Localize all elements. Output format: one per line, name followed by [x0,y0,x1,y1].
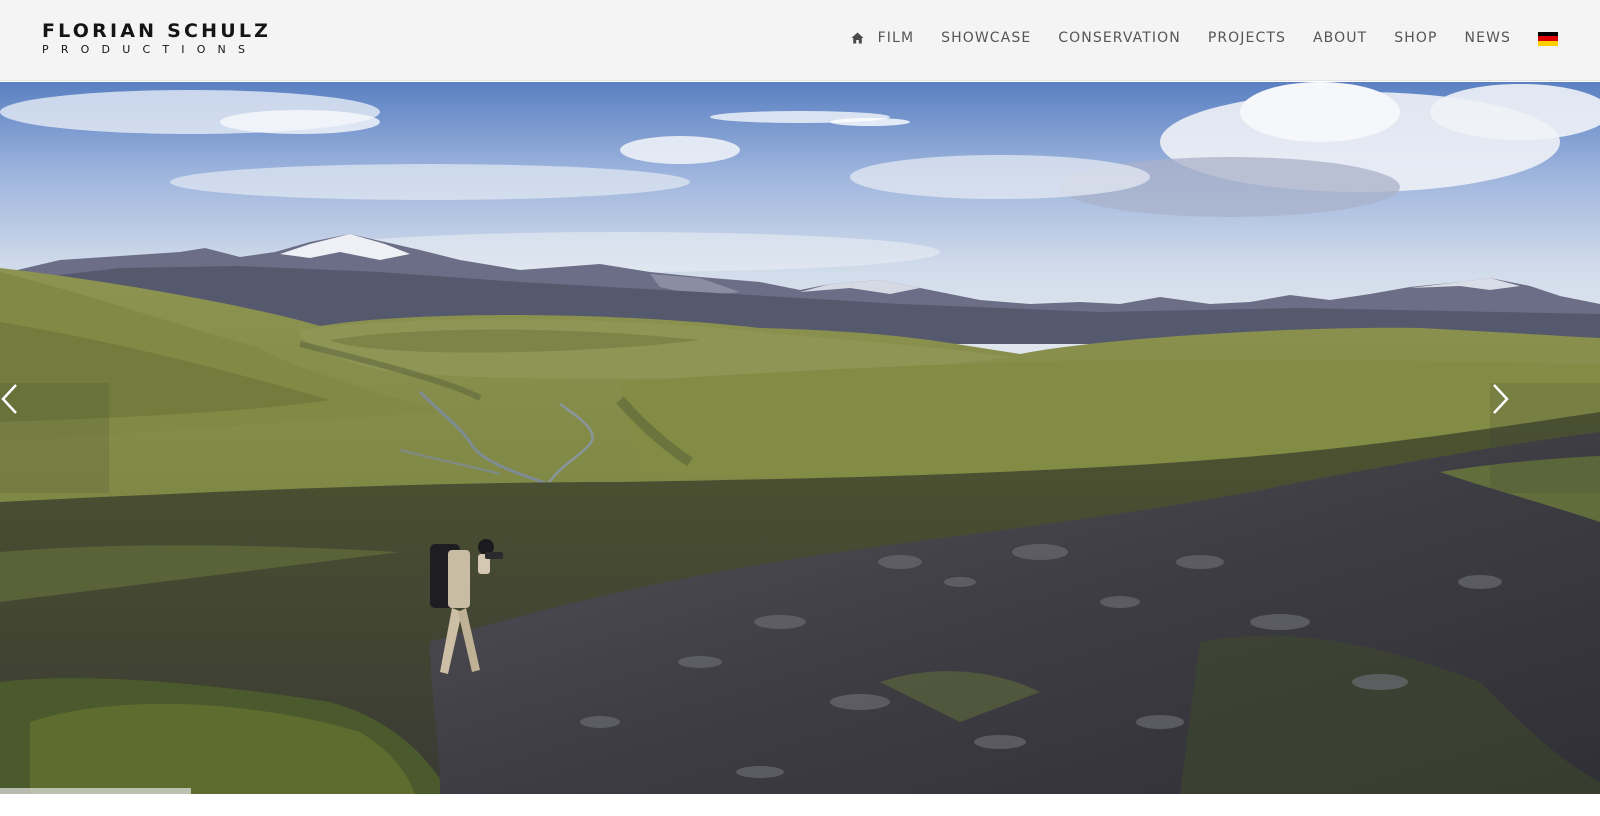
nav-link-conservation[interactable]: CONSERVATION [1058,28,1181,48]
nav-item-about: ABOUT [1313,28,1367,48]
logo-subtitle: PRODUCTIONS [42,43,258,56]
german-flag-icon[interactable] [1538,31,1558,46]
site-header: FLORIAN SCHULZ PRODUCTIONS FILM SHOWCASE… [0,0,1600,81]
site-logo[interactable]: FLORIAN SCHULZ PRODUCTIONS [42,20,271,57]
nav-item-showcase: SHOWCASE [941,28,1031,48]
page-content-start [0,794,1600,816]
nav-link-showcase[interactable]: SHOWCASE [941,28,1031,48]
hero-slider [0,82,1600,794]
slider-next-button[interactable] [1490,383,1600,493]
nav-item-language [1538,31,1558,46]
chevron-left-icon [1,384,17,414]
hero-landscape-image [0,82,1600,794]
home-icon[interactable] [851,32,864,44]
nav-item-news: NEWS [1465,28,1511,48]
nav-item-projects: PROJECTS [1208,28,1286,48]
nav-link-projects[interactable]: PROJECTS [1208,28,1286,48]
chevron-right-icon [1493,384,1509,414]
nav-item-shop: SHOP [1394,28,1437,48]
nav-item-conservation: CONSERVATION [1058,28,1181,48]
slider-prev-button[interactable] [0,383,109,493]
nav-link-about[interactable]: ABOUT [1313,28,1367,48]
main-navigation: FILM SHOWCASE CONSERVATION PROJECTS ABOU… [851,28,1558,48]
flag-stripe-gold [1538,40,1558,46]
nav-link-film[interactable]: FILM [878,28,914,48]
nav-item-film: FILM [878,28,914,48]
nav-link-news[interactable]: NEWS [1465,28,1511,48]
logo-name: FLORIAN SCHULZ [42,20,272,42]
nav-link-shop[interactable]: SHOP [1394,28,1437,48]
